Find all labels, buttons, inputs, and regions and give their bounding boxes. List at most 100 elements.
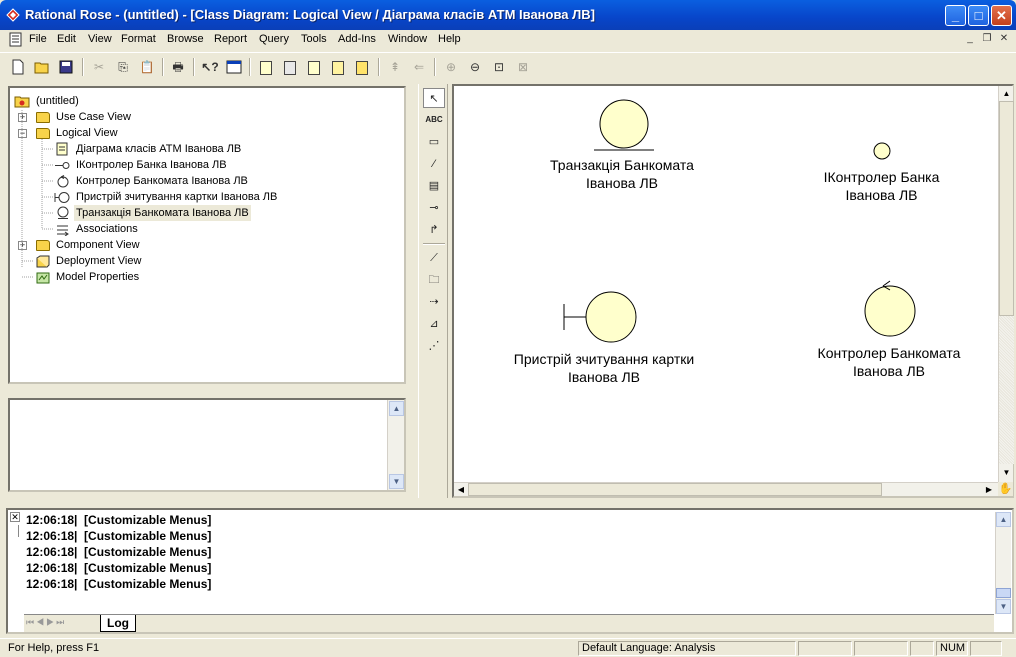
window-title: Rational Rose - (untitled) - [Class Diag… (25, 7, 595, 22)
toolbar-separator (193, 58, 195, 76)
undo-fit-icon[interactable]: ⊠ (513, 57, 533, 77)
context-help-icon[interactable]: ↖? (200, 57, 220, 77)
log-grip[interactable] (11, 525, 19, 537)
rational-rose-icon (6, 8, 20, 22)
log-window[interactable]: ✕ 12:06:18| [Customizable Menus] 12:06:1… (6, 508, 1014, 634)
scroll-right-icon[interactable]: ▶ (982, 483, 996, 497)
browse-component-diagram-icon[interactable] (304, 57, 324, 77)
paste-icon[interactable]: 📋 (137, 57, 157, 77)
entity-class-label[interactable]: Транзакція Банкомата Іванова ЛВ (512, 156, 732, 192)
menu-view[interactable]: View (88, 33, 112, 45)
interface-class-label[interactable]: ІКонтролер Банка Іванова ЛВ (794, 168, 969, 204)
doc-scrollbar[interactable]: ▲ ▼ (387, 400, 404, 490)
association-tool-icon[interactable]: ↱ (423, 220, 445, 240)
new-icon[interactable] (8, 57, 28, 77)
menu-report[interactable]: Report (214, 33, 247, 45)
model-browser[interactable]: (untitled) + Use Case View − Logical Vie… (8, 86, 406, 384)
package-tool-icon[interactable]: 🗀 (423, 270, 445, 290)
log-scroll-thumb[interactable] (996, 588, 1011, 598)
menu-query[interactable]: Query (259, 33, 289, 45)
zoom-out-icon[interactable]: ⊖ (465, 57, 485, 77)
interface-tool-icon[interactable]: ⊸ (423, 198, 445, 218)
browse-interaction-diagram-icon[interactable] (280, 57, 300, 77)
copy-icon[interactable]: ⎘ (113, 57, 133, 77)
menu-file[interactable]: File (29, 33, 47, 45)
open-folder-icon[interactable] (32, 57, 52, 77)
menu-tools[interactable]: Tools (301, 33, 327, 45)
diagram-vertical-scrollbar[interactable]: ▲ ▼ (998, 86, 1014, 482)
log-scrollbar[interactable]: ▲ ▼ (995, 512, 1011, 614)
menu-format[interactable]: Format (121, 33, 156, 45)
boundary-class-label[interactable]: Пристрій зчитування картки Іванова ЛВ (479, 350, 729, 386)
status-bar: For Help, press F1 Default Language: Ana… (0, 638, 1016, 657)
text-box-tool[interactable]: ABC (423, 110, 445, 130)
dependency-tool-icon[interactable]: ⇢ (423, 292, 445, 312)
documentation-pane[interactable]: ▲ ▼ (8, 398, 406, 492)
entity-class-shape[interactable] (594, 99, 654, 151)
aggregation-tool-icon[interactable]: ⟋ (423, 248, 445, 268)
control-class-shape[interactable] (864, 280, 916, 337)
title-bar[interactable]: Rational Rose - (untitled) - [Class Diag… (0, 0, 1016, 30)
scroll-up-icon[interactable]: ▲ (389, 401, 404, 416)
browse-parent-icon[interactable]: ⇞ (385, 57, 405, 77)
cut-icon[interactable]: ✂ (89, 57, 109, 77)
mdi-restore-button[interactable]: ❐ (980, 33, 994, 46)
document-icon[interactable] (9, 32, 23, 47)
log-line: 12:06:18| [Customizable Menus] (26, 529, 212, 543)
mdi-minimize-button[interactable]: _ (963, 33, 977, 46)
toolbar-separator (434, 58, 436, 76)
vertical-scroll-thumb[interactable] (999, 101, 1014, 316)
anchor-note-tool-icon[interactable]: ⁄ (423, 154, 445, 174)
status-pane (910, 641, 934, 656)
diagram-toolbox: ↖ ABC ▭ ⁄ ▤ ⊸ ↱ ⟋ 🗀 ⇢ ⊿ ⋰ (418, 84, 448, 498)
browse-state-diagram-icon[interactable] (328, 57, 348, 77)
fit-in-window-icon[interactable]: ⊡ (489, 57, 509, 77)
scroll-up-icon[interactable]: ▲ (996, 512, 1011, 527)
toolbar-separator (378, 58, 380, 76)
log-close-icon[interactable]: ✕ (10, 512, 20, 522)
menu-edit[interactable]: Edit (57, 33, 76, 45)
control-class-label[interactable]: Контролер Банкомата Іванова ЛВ (794, 344, 984, 380)
scroll-up-icon[interactable]: ▲ (999, 86, 1014, 101)
scroll-track[interactable] (999, 316, 1014, 464)
status-pane (970, 641, 1002, 656)
scroll-down-icon[interactable]: ▼ (999, 465, 1014, 480)
diagram-horizontal-scrollbar[interactable]: ◀ ▶ (454, 482, 998, 496)
class-diagram-canvas[interactable]: Транзакція Банкомата Іванова ЛВ ІКонтрол… (452, 84, 1014, 498)
menu-browse[interactable]: Browse (167, 33, 204, 45)
print-icon[interactable]: 🖶 (168, 57, 188, 77)
browse-previous-icon[interactable]: ⇐ (409, 57, 429, 77)
save-icon[interactable] (56, 57, 76, 77)
browse-class-diagram-icon[interactable] (256, 57, 276, 77)
horizontal-scroll-thumb[interactable] (468, 483, 882, 496)
toolbar-separator (82, 58, 84, 76)
class-tool-icon[interactable]: ▤ (423, 176, 445, 196)
toolbar-separator (162, 58, 164, 76)
selection-tool-icon[interactable]: ↖ (423, 88, 445, 108)
log-line: 12:06:18| [Customizable Menus] (26, 561, 212, 575)
scroll-left-icon[interactable]: ◀ (454, 483, 468, 497)
maximize-button[interactable]: □ (968, 5, 989, 26)
minimize-button[interactable]: _ (945, 5, 966, 26)
zoom-in-icon[interactable]: ⊕ (441, 57, 461, 77)
note-tool-icon[interactable]: ▭ (423, 132, 445, 152)
status-default-language: Default Language: Analysis (578, 641, 796, 656)
boundary-class-shape[interactable] (563, 291, 637, 343)
scroll-down-icon[interactable]: ▼ (996, 599, 1011, 614)
documentation-window-icon[interactable] (224, 57, 244, 77)
interface-class-shape[interactable] (873, 142, 891, 160)
mdi-close-button[interactable]: ✕ (997, 33, 1011, 46)
realize-tool-icon[interactable]: ⋰ (423, 336, 445, 356)
tab-navigation-arrows[interactable]: ⏮◀▶⏭ (26, 617, 66, 628)
close-button[interactable]: ✕ (991, 5, 1012, 26)
generalization-tool-icon[interactable]: ⊿ (423, 314, 445, 334)
menu-help[interactable]: Help (438, 33, 461, 45)
log-line: 12:06:18| [Customizable Menus] (26, 577, 212, 591)
pan-hand-icon[interactable]: ✋ (998, 482, 1013, 496)
tab-log[interactable]: Log (100, 615, 136, 632)
scroll-down-icon[interactable]: ▼ (389, 474, 404, 489)
menu-window[interactable]: Window (388, 33, 427, 45)
menu-add-ins[interactable]: Add-Ins (338, 33, 376, 45)
log-line: 12:06:18| [Customizable Menus] (26, 513, 212, 527)
browse-deployment-diagram-icon[interactable] (352, 57, 372, 77)
